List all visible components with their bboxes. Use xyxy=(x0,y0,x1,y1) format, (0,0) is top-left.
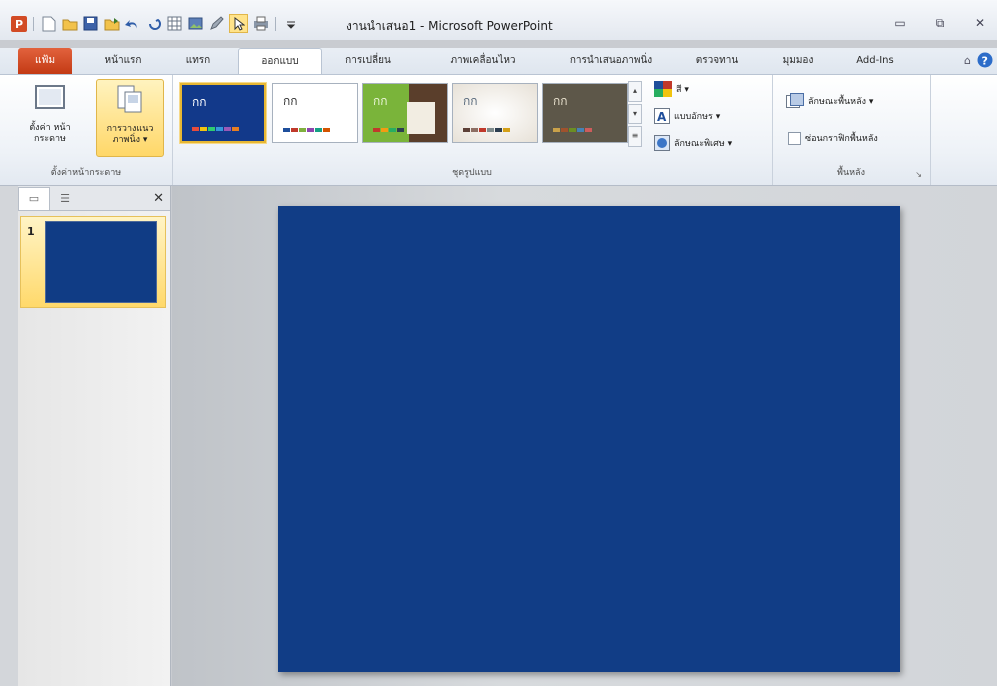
theme-thumbnail-white[interactable]: กก xyxy=(272,83,358,143)
print-icon[interactable] xyxy=(252,15,269,32)
theme-thumbnail-dark[interactable]: กก xyxy=(542,83,628,143)
quick-access-toolbar: P xyxy=(10,14,299,33)
theme-effects-label: ลักษณะพิเศษ ▾ xyxy=(674,139,733,149)
separator xyxy=(33,16,34,31)
slide-thumbnail[interactable] xyxy=(45,221,157,303)
svg-text:?: ? xyxy=(982,55,988,68)
themes-group: กก กก กก กก กก ▴ ▾ ≡ สี ▾ A แบบอักษร ▾ ล… xyxy=(172,75,773,185)
customize-toolbar-icon[interactable] xyxy=(282,15,299,32)
picture-icon[interactable] xyxy=(187,15,204,32)
theme-thumbnail-panel xyxy=(407,102,435,134)
theme-fonts-button[interactable]: A แบบอักษร ▾ xyxy=(654,108,720,124)
theme-colors-button[interactable]: สี ▾ xyxy=(654,81,689,97)
theme-swatches xyxy=(373,128,404,132)
theme-sample-text: กก xyxy=(553,94,568,108)
powerpoint-app-icon[interactable]: P xyxy=(10,15,27,32)
tab-design[interactable]: ออกแบบ xyxy=(238,48,322,76)
theme-colors-label: สี ▾ xyxy=(676,85,689,95)
theme-colors-icon xyxy=(654,81,672,97)
ribbon-extra-controls: ⌂ ? xyxy=(964,52,993,68)
open-folder-icon[interactable] xyxy=(61,15,78,32)
window-controls: ▭ ⧉ ✕ xyxy=(889,16,991,31)
tab-insert[interactable]: แทรก xyxy=(172,48,224,74)
separator xyxy=(275,16,276,31)
themes-group-label: ชุดรูปแบบ xyxy=(452,168,492,178)
theme-sample-text: กก xyxy=(192,95,207,109)
svg-text:P: P xyxy=(15,18,23,31)
window-left-edge xyxy=(0,186,18,686)
theme-gallery-scroll: ▴ ▾ ≡ xyxy=(628,81,642,148)
hide-background-graphics-label: ซ่อนกราฟิกพื้นหลัง xyxy=(805,134,878,144)
theme-thumbnail-paper[interactable]: กก xyxy=(452,83,538,143)
theme-fonts-label: แบบอักษร ▾ xyxy=(674,112,721,122)
close-pane-icon[interactable]: ✕ xyxy=(153,191,164,206)
new-file-icon[interactable] xyxy=(40,15,57,32)
theme-sample-text: กก xyxy=(283,94,298,108)
tab-transitions[interactable]: การเปลี่ยน xyxy=(332,48,404,74)
theme-effects-icon xyxy=(654,135,670,151)
grid-icon[interactable] xyxy=(166,15,183,32)
theme-sample-text: กก xyxy=(463,94,478,108)
theme-fonts-icon: A xyxy=(654,108,670,124)
select-pointer-icon[interactable] xyxy=(229,14,248,33)
theme-effects-button[interactable]: ลักษณะพิเศษ ▾ xyxy=(654,135,732,151)
slide-number: 1 xyxy=(27,225,35,238)
background-styles-button[interactable]: ลักษณะพื้นหลัง ▾ xyxy=(786,93,873,109)
gallery-down-button[interactable]: ▾ xyxy=(628,103,642,125)
tab-file[interactable]: แฟ้ม xyxy=(18,48,72,74)
slide-orientation-button[interactable]: การวางแนว ภาพนิ่ง ▾ xyxy=(96,79,164,157)
theme-swatches xyxy=(283,128,330,132)
ribbon-tab-strip: แฟ้ม หน้าแรก แทรก ออกแบบ การเปลี่ยน ภาพเ… xyxy=(0,48,997,76)
tab-review[interactable]: ตรวจทาน xyxy=(686,48,748,74)
page-setup-group: ตั้งค่า หน้ากระดาษ การวางแนว ภาพนิ่ง ▾ ต… xyxy=(0,75,173,185)
slides-pane: ▭ ☰ ✕ 1 xyxy=(18,186,171,686)
page-setup-button[interactable]: ตั้งค่า หน้ากระดาษ xyxy=(22,79,78,155)
slides-tab-icon[interactable]: ▭ xyxy=(18,186,50,210)
dialog-launcher-icon[interactable]: ↘ xyxy=(915,170,922,179)
background-styles-icon xyxy=(786,93,804,108)
pen-icon[interactable] xyxy=(208,15,225,32)
page-setup-group-label: ตั้งค่าหน้ากระดาษ xyxy=(50,168,122,178)
tab-home[interactable]: หน้าแรก xyxy=(90,48,156,74)
minimize-ribbon-icon[interactable]: ⌂ xyxy=(964,54,971,67)
slide-orientation-icon xyxy=(117,85,142,113)
slide-thumbnail-item[interactable]: 1 xyxy=(20,216,166,308)
page-setup-icon xyxy=(35,85,65,109)
open-recent-icon[interactable] xyxy=(103,15,120,32)
page-setup-label: ตั้งค่า หน้ากระดาษ xyxy=(29,123,71,144)
ribbon: ตั้งค่า หน้ากระดาษ การวางแนว ภาพนิ่ง ▾ ต… xyxy=(0,74,997,186)
theme-swatches xyxy=(463,128,510,132)
redo-icon[interactable] xyxy=(145,15,162,32)
slide-canvas[interactable] xyxy=(278,206,900,672)
close-icon[interactable]: ✕ xyxy=(969,16,991,30)
save-icon[interactable] xyxy=(82,15,99,32)
theme-swatches xyxy=(553,128,592,132)
gallery-more-button[interactable]: ≡ xyxy=(628,126,642,148)
help-icon[interactable]: ? xyxy=(977,52,993,68)
hide-background-graphics-option[interactable]: ซ่อนกราฟิกพื้นหลัง xyxy=(788,131,878,145)
background-styles-label: ลักษณะพื้นหลัง ▾ xyxy=(808,97,874,107)
theme-thumbnail-office-blue[interactable]: กก xyxy=(179,82,267,144)
background-group-label: พื้นหลัง xyxy=(837,168,865,178)
background-group: ลักษณะพื้นหลัง ▾ ซ่อนกราฟิกพื้นหลัง พื้น… xyxy=(772,75,931,185)
theme-thumbnail-green[interactable]: กก xyxy=(362,83,448,143)
tab-slide-show[interactable]: การนำเสนอภาพนิ่ง xyxy=(552,48,670,74)
slide-orientation-label: การวางแนว ภาพนิ่ง ▾ xyxy=(106,124,154,145)
tab-animations[interactable]: ภาพเคลื่อนไหว xyxy=(424,48,542,74)
tab-view[interactable]: มุมมอง xyxy=(772,48,824,74)
gallery-up-button[interactable]: ▴ xyxy=(628,81,642,102)
title-bar: P งานนำเสนอ1 - Microsoft PowerPoint ▭ ⧉ … xyxy=(0,0,997,40)
slide-editing-area xyxy=(172,186,997,686)
window-title: งานนำเสนอ1 - Microsoft PowerPoint xyxy=(346,19,553,33)
undo-icon[interactable] xyxy=(124,15,141,32)
theme-sample-text: กก xyxy=(373,94,388,108)
hide-background-graphics-checkbox[interactable] xyxy=(788,131,801,145)
svg-text:A: A xyxy=(657,110,667,124)
minimize-icon[interactable]: ▭ xyxy=(889,16,911,30)
theme-swatches xyxy=(192,127,239,131)
slides-pane-tabs: ▭ ☰ ✕ xyxy=(18,186,170,211)
restore-icon[interactable]: ⧉ xyxy=(929,16,951,30)
tab-add-ins[interactable]: Add-Ins xyxy=(846,48,904,74)
outline-tab-icon[interactable]: ☰ xyxy=(50,187,80,209)
